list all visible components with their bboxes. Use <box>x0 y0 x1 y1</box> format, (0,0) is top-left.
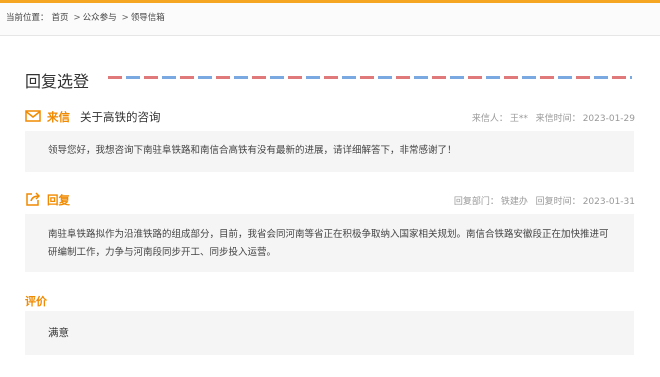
reply-content: 南驻阜铁路拟作为沿淮铁路的组成部分，目前，我省会同河南等省正在积极争取纳入国家相… <box>48 229 609 258</box>
breadcrumb: 当前位置： 首页 > 公众参与 > 领导信箱 <box>6 11 168 23</box>
letter-header: 来信 关于高铁的咨询 来信人： 王** 来信时间： 2023-01-29 <box>25 107 635 127</box>
sender-label: 来信人： <box>471 114 508 124</box>
breadcrumb-separator: > <box>73 13 81 23</box>
reply-meta: 回复部门： 铁建办 回复时间： 2023-01-31 <box>452 194 635 207</box>
section-title: 回复选登 <box>25 72 90 91</box>
breadcrumb-home-link[interactable]: 首页 <box>52 13 69 23</box>
top-bar: 当前位置： 首页 > 公众参与 > 领导信箱 <box>0 0 660 36</box>
envelope-icon <box>25 110 41 122</box>
reply-dept: 铁建办 <box>500 197 528 207</box>
letter-time-label: 来信时间： <box>535 114 581 124</box>
letter-content: 领导您好，我想咨询下南驻阜铁路和南信合高铁有没有最新的进展，请详细解答下，非常感… <box>48 145 457 156</box>
evaluation-value: 满意 <box>48 327 69 339</box>
letter-label: 来信 <box>47 110 70 124</box>
breadcrumb-mailbox-link[interactable]: 领导信箱 <box>131 13 165 23</box>
reply-header: 回复 回复部门： 铁建办 回复时间： 2023-01-31 <box>25 190 635 210</box>
breadcrumb-prefix: 当前位置： <box>6 13 49 23</box>
breadcrumb-public-participation-link[interactable]: 公众参与 <box>83 13 117 23</box>
reply-label: 回复 <box>47 193 70 207</box>
sender-name: 王** <box>509 114 528 124</box>
breadcrumb-separator: > <box>121 13 129 23</box>
decorative-dashed-line <box>108 76 632 79</box>
letter-subject: 关于高铁的咨询 <box>80 110 161 124</box>
letter-time: 2023-01-29 <box>582 114 635 124</box>
reply-time: 2023-01-31 <box>582 197 635 207</box>
letter-meta: 来信人： 王** 来信时间： 2023-01-29 <box>470 111 635 124</box>
evaluation-box: 满意 <box>25 311 634 355</box>
reply-time-label: 回复时间： <box>535 197 581 207</box>
reply-icon <box>26 192 41 206</box>
letter-content-box: 领导您好，我想咨询下南驻阜铁路和南信合高铁有没有最新的进展，请详细解答下，非常感… <box>25 131 634 172</box>
reply-dept-label: 回复部门： <box>453 197 499 207</box>
evaluation-label: 评价 <box>25 295 47 308</box>
reply-content-box: 南驻阜铁路拟作为沿淮铁路的组成部分，目前，我省会同河南等省正在积极争取纳入国家相… <box>25 214 634 272</box>
